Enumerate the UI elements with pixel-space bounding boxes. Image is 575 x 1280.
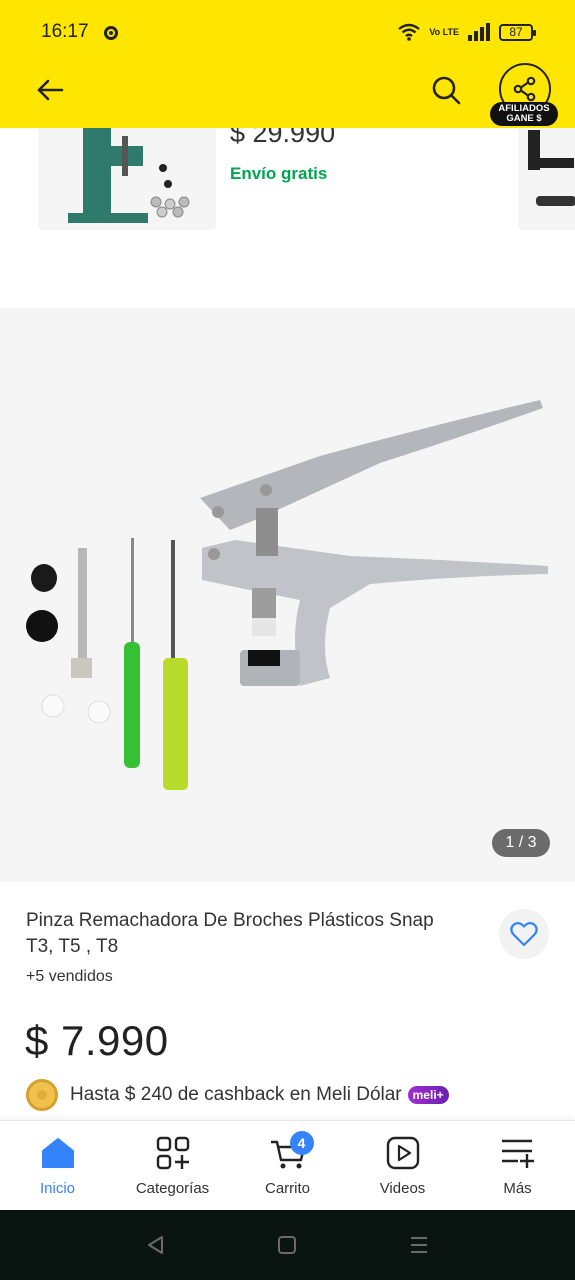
affiliates-badge[interactable]: AFILIADOS GANE $ — [490, 102, 558, 126]
favorite-button[interactable] — [499, 909, 549, 959]
cashback-text: Hasta $ 240 de cashback en Meli Dólar — [70, 1084, 402, 1105]
categories-icon-wrap — [153, 1135, 193, 1171]
categories-icon — [156, 1136, 189, 1170]
product-gallery[interactable] — [0, 308, 575, 882]
status-icons: Vo LTE 87 — [397, 20, 536, 44]
menu-plus-icon-wrap — [498, 1135, 538, 1171]
meli-plus-badge: meli+ — [407, 1086, 449, 1104]
recommendation-image[interactable] — [38, 118, 216, 230]
signal-icon — [468, 23, 490, 41]
home-square-icon[interactable] — [276, 1234, 298, 1256]
play-icon-wrap — [383, 1135, 423, 1171]
chrome-icon — [104, 26, 118, 40]
product-image — [26, 400, 548, 790]
nav-label: Videos — [379, 1180, 426, 1197]
app-header: 16:17 Vo LTE 87 AFILIADOS GANE $ — [0, 0, 575, 128]
search-button[interactable] — [426, 70, 466, 110]
product-title: Pinza Remachadora De Broches Plásticos S… — [26, 910, 434, 957]
status-time: 16:17 — [41, 21, 89, 42]
recommendation-image-2[interactable] — [518, 118, 575, 230]
status-bar: 16:17 Vo LTE 87 — [0, 0, 575, 64]
share-icon — [513, 76, 536, 102]
nav-label: Más — [503, 1180, 532, 1197]
gallery-counter: 1 / 3 — [492, 829, 550, 857]
press-machine-image — [68, 128, 190, 223]
sold-count: +5 vendidos — [26, 968, 113, 985]
play-icon — [386, 1136, 419, 1170]
menu-plus-icon — [501, 1139, 534, 1168]
cart-icon-wrap: 4 — [268, 1131, 314, 1171]
home-icon-wrap — [38, 1135, 78, 1171]
arrow-left-icon — [37, 79, 64, 101]
system-navigation-bar — [0, 1210, 575, 1280]
volte-indicator: Vo LTE — [429, 26, 459, 37]
press-machine-image-2 — [528, 130, 575, 206]
nav-label: Carrito — [264, 1180, 310, 1197]
search-icon — [432, 76, 461, 105]
cart-count-badge: 4 — [289, 1131, 314, 1155]
battery-indicator: 87 — [499, 23, 536, 41]
recents-icon[interactable] — [408, 1234, 430, 1256]
back-button[interactable] — [30, 70, 70, 110]
back-triangle-icon[interactable] — [145, 1234, 167, 1256]
nav-item-videos[interactable]: Videos — [345, 1121, 460, 1210]
nav-item-inicio[interactable]: Inicio — [0, 1121, 115, 1210]
nav-item-categorias[interactable]: Categorías — [115, 1121, 230, 1210]
nav-item-carrito[interactable]: 4 Carrito — [230, 1121, 345, 1210]
home-icon — [41, 1138, 74, 1168]
bottom-navigation: Inicio Categorías 4 Carrito Videos Más — [0, 1120, 575, 1210]
cashback-row: Hasta $ 240 de cashback en Meli Dólar me… — [26, 1078, 449, 1112]
nav-item-mas[interactable]: Más — [460, 1121, 575, 1210]
wifi-icon — [398, 23, 421, 41]
nav-label: Categorías — [135, 1180, 210, 1197]
recommendation-shipping: Envío gratis — [230, 164, 328, 183]
nav-label: Inicio — [39, 1180, 76, 1197]
product-price: $ 7.990 — [25, 1017, 169, 1064]
heart-icon — [510, 922, 538, 947]
coin-icon — [26, 1079, 58, 1111]
